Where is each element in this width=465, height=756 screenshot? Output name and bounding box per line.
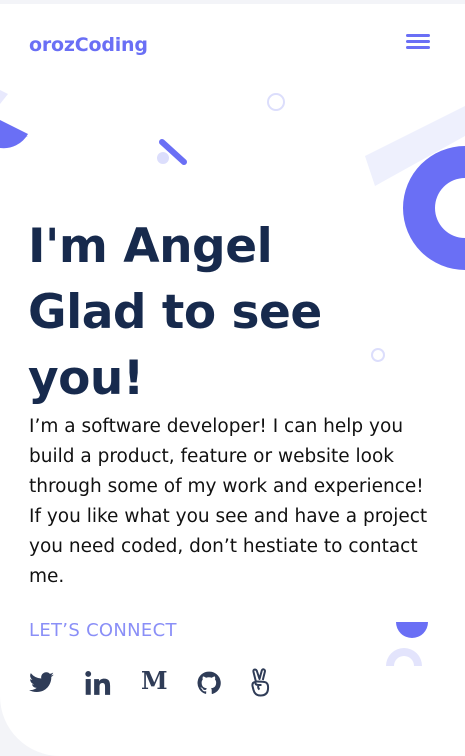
hamburger-menu-icon[interactable] — [406, 32, 432, 52]
site-logo[interactable]: orozCoding — [29, 34, 148, 56]
headline-line-2: Glad to see — [28, 285, 322, 340]
top-strip — [0, 0, 465, 4]
headline-line-3: you! — [28, 351, 144, 406]
twitter-icon[interactable] — [28, 668, 55, 698]
intro-paragraph: I’m a software developer! I can help you… — [29, 416, 428, 587]
headline-line-1: I'm Angel — [28, 219, 273, 274]
page-container: orozCoding I'm Angel Glad to see you! I’… — [0, 0, 465, 756]
small-ring-decoration — [267, 93, 285, 111]
linkedin-icon[interactable] — [84, 668, 111, 698]
hero-headline: I'm Angel Glad to see you! — [28, 214, 448, 412]
bar-dot-decoration — [157, 139, 187, 165]
medium-icon[interactable]: M — [141, 666, 171, 698]
medium-glyph: M — [141, 666, 168, 695]
half-disc-decoration — [386, 622, 428, 666]
github-icon[interactable] — [196, 668, 222, 698]
angellist-icon[interactable] — [248, 668, 274, 698]
lets-connect-label: LET’S CONNECT — [29, 620, 177, 641]
half-circle-decoration — [0, 90, 28, 149]
